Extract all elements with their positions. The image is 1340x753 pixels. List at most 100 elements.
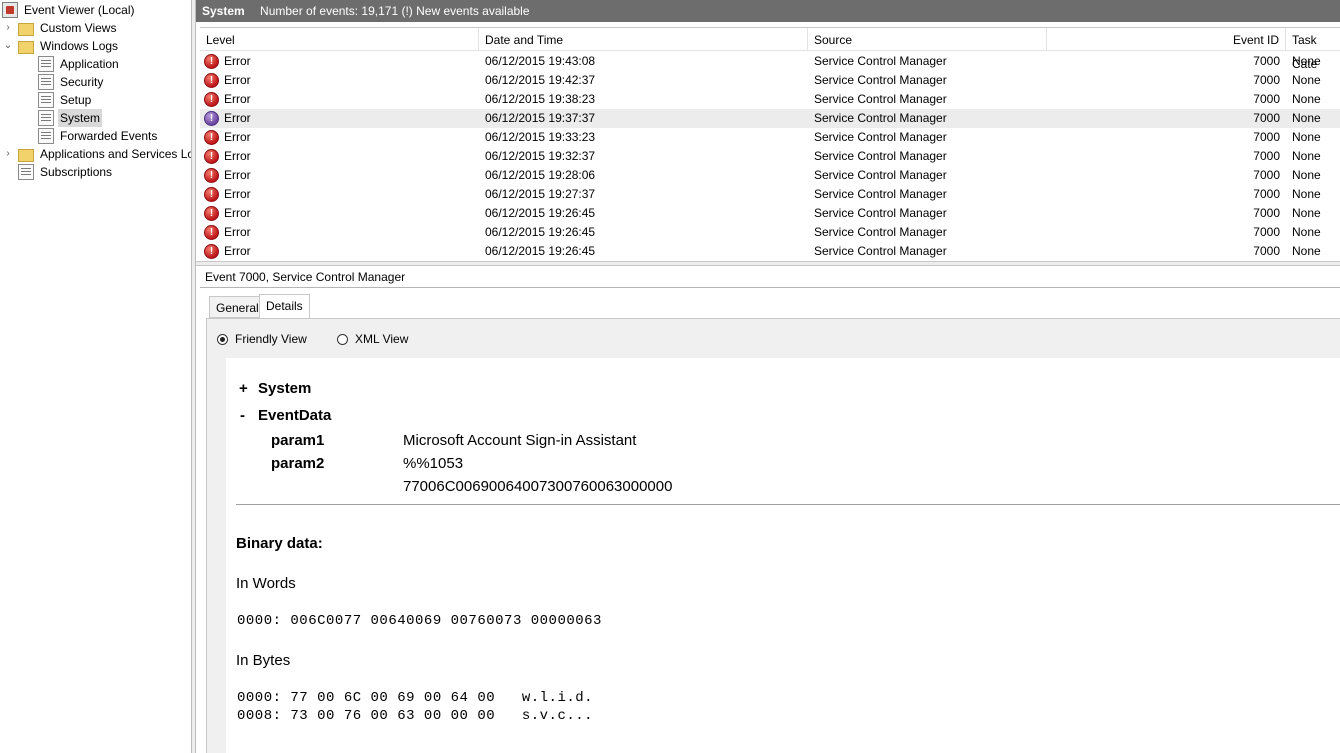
radio-selected-icon[interactable] — [217, 333, 228, 345]
event-id: 7000 — [1253, 244, 1280, 258]
event-task-category: None — [1292, 92, 1321, 106]
event-id: 7000 — [1253, 187, 1280, 201]
event-source: Service Control Manager — [814, 111, 947, 125]
event-level: Error — [224, 149, 251, 163]
tree-item-forwarded-events[interactable]: Forwarded Events — [38, 127, 159, 145]
tree-item-setup[interactable]: Setup — [38, 91, 93, 109]
tree-item-windows-logs[interactable]: ⌄ Windows Logs — [2, 37, 120, 55]
tree-item-event-viewer[interactable]: Event Viewer (Local) — [2, 1, 137, 19]
error-icon: ! — [204, 225, 219, 240]
event-row[interactable]: ! Error 06/12/2015 19:43:08 Service Control… — [200, 52, 1340, 71]
event-row[interactable]: ! Error 06/12/2015 19:32:37 Service Control… — [200, 147, 1340, 166]
event-row[interactable]: ! Error 06/12/2015 19:26:45 Service Control… — [200, 204, 1340, 223]
event-id: 7000 — [1253, 73, 1280, 87]
error-icon: ! — [204, 92, 219, 107]
error-icon: ! — [204, 149, 219, 164]
section-eventdata[interactable]: EventData — [258, 407, 331, 424]
event-row[interactable]: ! Error 06/12/2015 19:26:45 Service Control… — [200, 242, 1340, 260]
tab-general[interactable]: General — [209, 296, 266, 318]
event-row[interactable]: ! Error 06/12/2015 19:27:37 Service Control… — [200, 185, 1340, 204]
event-level: Error — [224, 92, 251, 106]
event-row[interactable]: ! Error 06/12/2015 19:42:37 Service Control… — [200, 71, 1340, 90]
chevron-right-icon[interactable]: › — [2, 19, 14, 37]
tree-item-application[interactable]: Application — [38, 55, 121, 73]
event-source: Service Control Manager — [814, 225, 947, 239]
folder-icon — [18, 40, 34, 54]
error-icon: ! — [204, 244, 219, 259]
tree-label: Subscriptions — [40, 165, 113, 179]
radio-friendly-view[interactable]: Friendly View — [217, 331, 307, 347]
expand-system-toggle[interactable]: + — [239, 380, 248, 397]
folder-icon — [18, 22, 34, 36]
event-task-category: None — [1292, 168, 1321, 182]
event-id: 7000 — [1253, 130, 1280, 144]
tree-item-applications-services[interactable]: › Applications and Services Lo — [2, 145, 191, 163]
tab-details[interactable]: Details — [259, 294, 310, 319]
chevron-right-icon[interactable]: › — [2, 145, 14, 163]
chevron-down-icon[interactable]: ⌄ — [2, 37, 14, 55]
column-header-source[interactable]: Source — [808, 28, 1047, 50]
tree-label: Applications and Services Lo — [40, 147, 191, 161]
event-task-category: None — [1292, 111, 1321, 125]
event-task-category: None — [1292, 73, 1321, 87]
event-level: Error — [224, 54, 251, 68]
event-id: 7000 — [1253, 168, 1280, 182]
event-task-category: None — [1292, 187, 1321, 201]
column-header-level[interactable]: Level — [200, 28, 479, 50]
error-icon: ! — [204, 73, 219, 88]
event-source: Service Control Manager — [814, 187, 947, 201]
radio-unselected-icon[interactable] — [337, 333, 348, 345]
event-source: Service Control Manager — [814, 73, 947, 87]
param1-value: Microsoft Account Sign-in Assistant — [403, 432, 637, 449]
event-row[interactable]: ! Error 06/12/2015 19:33:23 Service Control… — [200, 128, 1340, 147]
event-date: 06/12/2015 19:27:37 — [485, 187, 596, 201]
event-level: Error — [224, 168, 251, 182]
event-viewer-icon — [2, 2, 18, 18]
event-date: 06/12/2015 19:32:37 — [485, 149, 596, 163]
event-source: Service Control Manager — [814, 149, 947, 163]
event-date: 06/12/2015 19:26:45 — [485, 206, 596, 220]
column-header-task-category[interactable]: Task Cate — [1286, 28, 1340, 71]
event-task-category: None — [1292, 130, 1321, 144]
tree-label: Security — [60, 75, 104, 89]
pane-splitter[interactable] — [191, 0, 196, 753]
tree-label: Setup — [60, 93, 92, 107]
tree-item-custom-views[interactable]: › Custom Views — [2, 19, 118, 37]
event-level: Error — [224, 206, 251, 220]
event-level: Error — [224, 225, 251, 239]
event-list-header: Level Date and Time Source Event ID Task… — [200, 28, 1340, 71]
event-list: Level Date and Time Source Event ID Task… — [200, 27, 1340, 260]
log-icon — [38, 74, 54, 90]
event-date: 06/12/2015 19:42:37 — [485, 73, 596, 87]
log-icon — [38, 128, 54, 144]
tree-item-security[interactable]: Security — [38, 73, 105, 91]
event-row[interactable]: ! Error 06/12/2015 19:28:06 Service Control… — [200, 166, 1340, 185]
detail-tabs: General Details — [200, 288, 1340, 319]
tree-item-subscriptions[interactable]: Subscriptions — [18, 163, 114, 181]
collapse-eventdata-toggle[interactable]: - — [240, 407, 245, 424]
event-date: 06/12/2015 19:43:08 — [485, 54, 596, 68]
event-date: 06/12/2015 19:33:23 — [485, 130, 596, 144]
tree-label: Custom Views — [40, 21, 117, 35]
event-row[interactable]: ! Error 06/12/2015 19:26:45 Service Control… — [200, 223, 1340, 242]
column-header-date[interactable]: Date and Time — [479, 28, 808, 50]
binary-data-heading: Binary data: — [236, 535, 323, 552]
event-task-category: None — [1292, 244, 1321, 258]
event-id: 7000 — [1253, 225, 1280, 239]
event-source: Service Control Manager — [814, 168, 947, 182]
section-system[interactable]: System — [258, 380, 311, 397]
error-icon: ! — [204, 111, 219, 126]
bytes-line-1: 0000: 77 00 6C 00 69 00 64 00 w.l.i.d. — [237, 690, 594, 706]
radio-xml-view[interactable]: XML View — [337, 331, 408, 347]
event-level: Error — [224, 244, 251, 258]
folder-icon — [18, 148, 34, 162]
event-date: 06/12/2015 19:28:06 — [485, 168, 596, 182]
event-row[interactable]: ! Error 06/12/2015 19:38:23 Service Control… — [200, 90, 1340, 109]
event-date: 06/12/2015 19:26:45 — [485, 244, 596, 258]
tree-label: Windows Logs — [40, 39, 119, 53]
param2-value: %%1053 — [403, 455, 464, 472]
tree-item-system[interactable]: System — [38, 109, 103, 127]
column-header-event-id[interactable]: Event ID — [1047, 28, 1286, 50]
event-row[interactable]: ! Error 06/12/2015 19:37:37 Service Control… — [200, 109, 1340, 128]
in-bytes-label: In Bytes — [236, 652, 291, 669]
